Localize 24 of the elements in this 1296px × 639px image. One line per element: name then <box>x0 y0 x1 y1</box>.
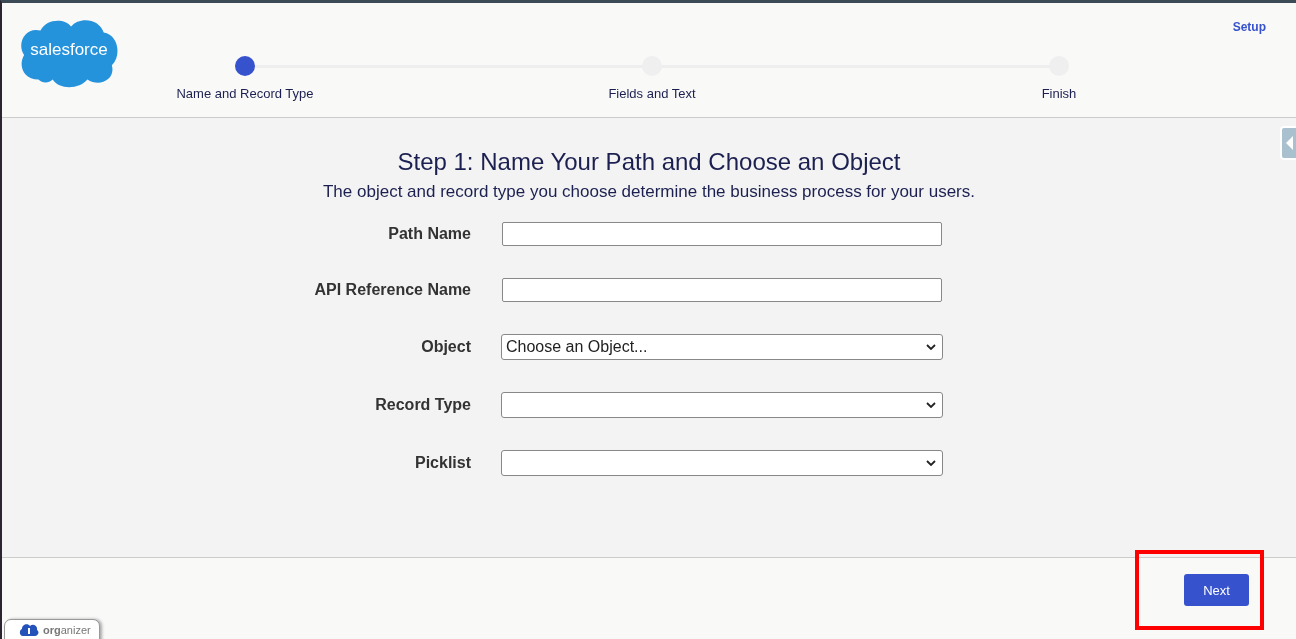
field-label: Record Type <box>374 396 471 414</box>
field-label: Object <box>420 338 471 356</box>
next-button[interactable]: Next <box>1184 574 1249 606</box>
field-label: Path Name <box>387 225 471 243</box>
input-field[interactable] <box>502 278 942 302</box>
input-field[interactable] <box>502 222 942 246</box>
chevron-down-icon <box>926 460 936 466</box>
field-label: Picklist <box>413 454 471 472</box>
cloud-icon <box>19 623 39 637</box>
dropdown-field[interactable]: Choose an Object... <box>501 334 943 360</box>
step-label: Finish <box>1041 86 1077 101</box>
step-label: Fields and Text <box>608 86 696 101</box>
page-title: Step 1: Name Your Path and Choose an Object <box>397 148 901 176</box>
dropdown-field[interactable] <box>501 450 943 476</box>
organizer-label: organizer <box>43 624 91 636</box>
field-label: API Reference Name <box>313 281 471 299</box>
dropdown-field[interactable] <box>501 392 943 418</box>
chevron-down-icon <box>926 402 936 408</box>
chevron-down-icon <box>926 344 936 350</box>
collapse-handle-icon[interactable] <box>1280 126 1296 160</box>
page-subtitle: The object and record type you choose determine the business process for your users. <box>323 182 975 202</box>
step-label: Name and Record Type <box>176 86 314 101</box>
setup-link[interactable]: Setup <box>1232 20 1266 34</box>
organizer-tab[interactable]: organizer <box>4 619 100 639</box>
